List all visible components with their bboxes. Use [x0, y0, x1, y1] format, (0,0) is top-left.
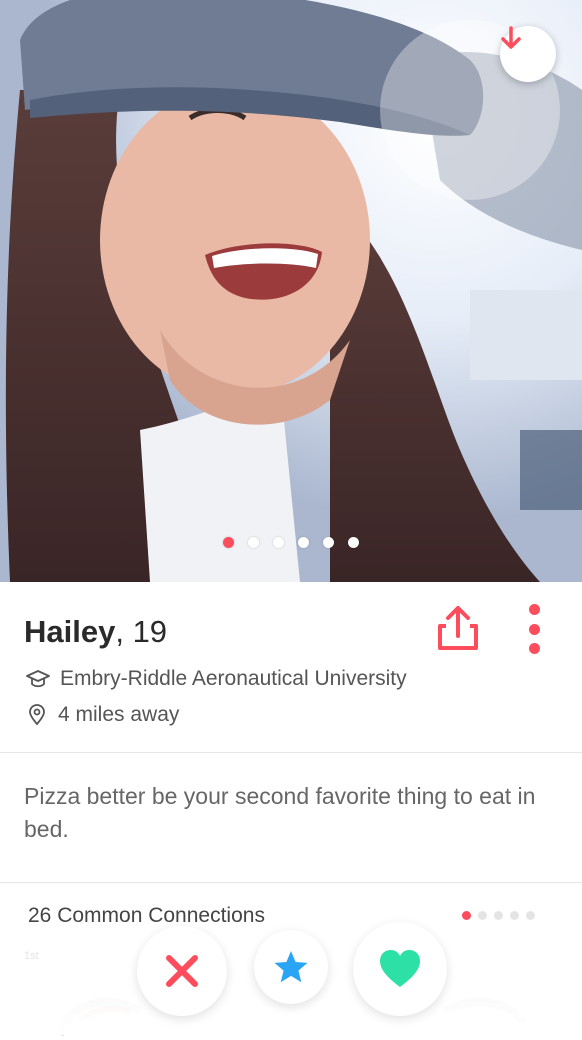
distance-row: 4 miles away — [26, 703, 179, 727]
profile-name-age: Hailey, 19 — [24, 614, 167, 650]
graduation-cap-icon — [26, 670, 50, 688]
bio-text: Pizza better be your second favorite thi… — [24, 783, 536, 842]
connections-pager-dot[interactable] — [462, 911, 471, 920]
connections-pager-dot[interactable] — [510, 911, 519, 920]
profile-name: Hailey — [24, 614, 116, 649]
share-icon — [438, 606, 478, 650]
school-name: Embry-Riddle Aeronautical University — [60, 667, 407, 690]
photo-pager-dot[interactable] — [273, 537, 284, 548]
nope-button[interactable] — [137, 926, 227, 1016]
close-icon — [166, 955, 198, 987]
heart-icon — [380, 950, 420, 987]
connections-pager-dot[interactable] — [478, 911, 487, 920]
more-vertical-icon — [528, 604, 540, 615]
photo-pager — [0, 537, 582, 548]
more-vertical-icon — [528, 643, 540, 654]
profile-info: Hailey, 19 Embry-Riddle Aeronautical Uni… — [0, 582, 582, 753]
like-button[interactable] — [353, 922, 447, 1016]
super-like-button[interactable] — [254, 930, 328, 1004]
arrow-down-icon — [501, 26, 521, 49]
profile-age: , 19 — [115, 614, 168, 649]
distance-text: 4 miles away — [58, 703, 180, 726]
photo-pager-dot[interactable] — [248, 537, 259, 548]
connections-pager-dot[interactable] — [494, 911, 503, 920]
school-row: Embry-Riddle Aeronautical University — [26, 667, 407, 691]
more-options-button[interactable] — [522, 604, 546, 654]
more-vertical-icon — [528, 623, 540, 635]
share-button[interactable] — [432, 602, 484, 654]
connections-pager-dot[interactable] — [526, 911, 535, 920]
profile-photo[interactable] — [0, 0, 582, 582]
photo-pager-dot[interactable] — [323, 537, 334, 548]
photo-pager-dot[interactable] — [223, 537, 234, 548]
photo-pager-dot[interactable] — [348, 537, 359, 548]
connections-pager — [462, 911, 535, 920]
star-icon — [274, 951, 308, 983]
location-pin-icon — [29, 704, 45, 726]
profile-photo-image — [0, 0, 582, 582]
collapse-profile-button[interactable] — [500, 26, 556, 82]
bio-section: Pizza better be your second favorite thi… — [0, 752, 582, 883]
photo-pager-dot[interactable] — [298, 537, 309, 548]
